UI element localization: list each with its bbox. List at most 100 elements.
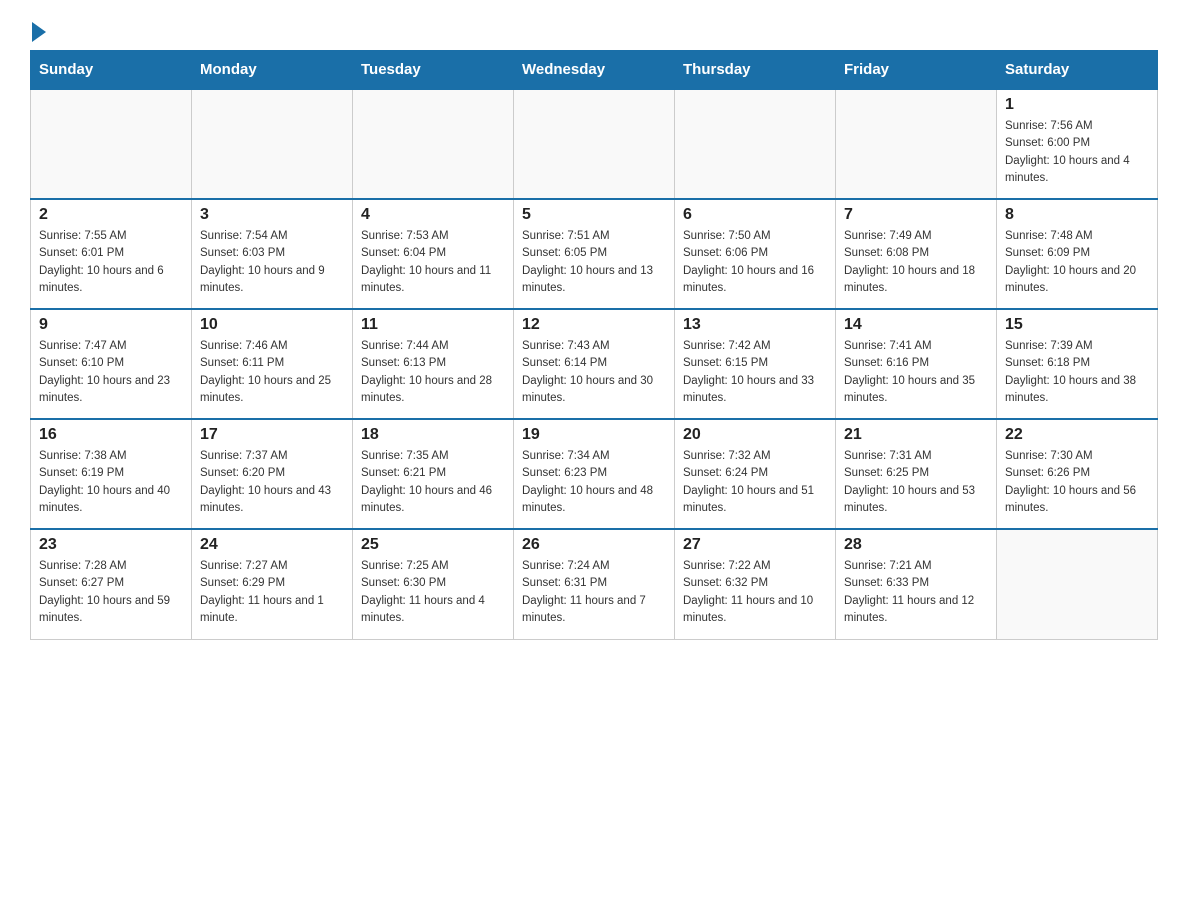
day-info: Sunrise: 7:35 AMSunset: 6:21 PMDaylight:… xyxy=(361,448,505,517)
day-info: Sunrise: 7:27 AMSunset: 6:29 PMDaylight:… xyxy=(200,558,344,627)
calendar-cell: 28Sunrise: 7:21 AMSunset: 6:33 PMDayligh… xyxy=(836,529,997,639)
calendar-cell: 1 Sunrise: 7:56 AMSunset: 6:00 PMDaylight… xyxy=(997,89,1158,199)
day-number: 4 xyxy=(361,206,505,224)
day-number: 17 xyxy=(200,426,344,444)
calendar-header-wednesday: Wednesday xyxy=(514,51,675,90)
calendar-cell xyxy=(997,529,1158,639)
day-number: 7 xyxy=(844,206,988,224)
day-info: Sunrise: 7:49 AMSunset: 6:08 PMDaylight:… xyxy=(844,228,988,297)
calendar-header-monday: Monday xyxy=(192,51,353,90)
day-number: 2 xyxy=(39,206,183,224)
calendar-cell: 26Sunrise: 7:24 AMSunset: 6:31 PMDayligh… xyxy=(514,529,675,639)
day-number: 18 xyxy=(361,426,505,444)
calendar-week-row: 9 Sunrise: 7:47 AMSunset: 6:10 PMDaylight… xyxy=(31,309,1158,419)
day-number: 19 xyxy=(522,426,666,444)
calendar-cell: 25 Sunrise: 7:25 AMSunset: 6:30 PMDayligh… xyxy=(353,529,514,639)
calendar-cell xyxy=(675,89,836,199)
day-info: Sunrise: 7:31 AMSunset: 6:25 PMDaylight:… xyxy=(844,448,988,517)
calendar-cell: 23 Sunrise: 7:28 AMSunset: 6:27 PMDayligh… xyxy=(31,529,192,639)
calendar-cell: 18 Sunrise: 7:35 AMSunset: 6:21 PMDayligh… xyxy=(353,419,514,529)
calendar-cell xyxy=(31,89,192,199)
calendar-cell: 4Sunrise: 7:53 AMSunset: 6:04 PMDaylight… xyxy=(353,199,514,309)
day-number: 21 xyxy=(844,426,988,444)
calendar-cell: 9 Sunrise: 7:47 AMSunset: 6:10 PMDaylight… xyxy=(31,309,192,419)
day-number: 14 xyxy=(844,316,988,334)
calendar-cell: 24 Sunrise: 7:27 AMSunset: 6:29 PMDayligh… xyxy=(192,529,353,639)
calendar-header-thursday: Thursday xyxy=(675,51,836,90)
calendar-week-row: 23 Sunrise: 7:28 AMSunset: 6:27 PMDayligh… xyxy=(31,529,1158,639)
day-info: Sunrise: 7:56 AMSunset: 6:00 PMDaylight:… xyxy=(1005,118,1149,187)
day-number: 28 xyxy=(844,536,988,554)
day-info: Sunrise: 7:54 AMSunset: 6:03 PMDaylight:… xyxy=(200,228,344,297)
day-info: Sunrise: 7:41 AMSunset: 6:16 PMDaylight:… xyxy=(844,338,988,407)
day-number: 22 xyxy=(1005,426,1149,444)
calendar-cell: 11 Sunrise: 7:44 AMSunset: 6:13 PMDayligh… xyxy=(353,309,514,419)
calendar-header-row: SundayMondayTuesdayWednesdayThursdayFrid… xyxy=(31,51,1158,90)
day-info: Sunrise: 7:24 AMSunset: 6:31 PMDaylight:… xyxy=(522,558,666,627)
calendar-header-tuesday: Tuesday xyxy=(353,51,514,90)
day-info: Sunrise: 7:43 AMSunset: 6:14 PMDaylight:… xyxy=(522,338,666,407)
calendar-cell: 8 Sunrise: 7:48 AMSunset: 6:09 PMDaylight… xyxy=(997,199,1158,309)
calendar-cell: 5Sunrise: 7:51 AMSunset: 6:05 PMDaylight… xyxy=(514,199,675,309)
calendar-week-row: 1 Sunrise: 7:56 AMSunset: 6:00 PMDaylight… xyxy=(31,89,1158,199)
day-info: Sunrise: 7:22 AMSunset: 6:32 PMDaylight:… xyxy=(683,558,827,627)
calendar-cell: 12 Sunrise: 7:43 AMSunset: 6:14 PMDayligh… xyxy=(514,309,675,419)
day-number: 1 xyxy=(1005,96,1149,114)
calendar-cell xyxy=(192,89,353,199)
calendar-cell: 20 Sunrise: 7:32 AMSunset: 6:24 PMDayligh… xyxy=(675,419,836,529)
calendar-cell: 27 Sunrise: 7:22 AMSunset: 6:32 PMDayligh… xyxy=(675,529,836,639)
day-number: 5 xyxy=(522,206,666,224)
day-number: 16 xyxy=(39,426,183,444)
day-info: Sunrise: 7:39 AMSunset: 6:18 PMDaylight:… xyxy=(1005,338,1149,407)
page-header xyxy=(30,20,1158,40)
calendar-header-friday: Friday xyxy=(836,51,997,90)
logo xyxy=(30,20,46,40)
day-number: 11 xyxy=(361,316,505,334)
day-info: Sunrise: 7:28 AMSunset: 6:27 PMDaylight:… xyxy=(39,558,183,627)
calendar-cell: 21 Sunrise: 7:31 AMSunset: 6:25 PMDayligh… xyxy=(836,419,997,529)
day-number: 10 xyxy=(200,316,344,334)
day-number: 13 xyxy=(683,316,827,334)
calendar-cell: 6 Sunrise: 7:50 AMSunset: 6:06 PMDaylight… xyxy=(675,199,836,309)
calendar-cell xyxy=(514,89,675,199)
day-number: 15 xyxy=(1005,316,1149,334)
calendar-cell: 15 Sunrise: 7:39 AMSunset: 6:18 PMDayligh… xyxy=(997,309,1158,419)
day-info: Sunrise: 7:44 AMSunset: 6:13 PMDaylight:… xyxy=(361,338,505,407)
calendar-cell: 7 Sunrise: 7:49 AMSunset: 6:08 PMDaylight… xyxy=(836,199,997,309)
day-info: Sunrise: 7:47 AMSunset: 6:10 PMDaylight:… xyxy=(39,338,183,407)
day-info: Sunrise: 7:25 AMSunset: 6:30 PMDaylight:… xyxy=(361,558,505,627)
day-number: 27 xyxy=(683,536,827,554)
day-info: Sunrise: 7:42 AMSunset: 6:15 PMDaylight:… xyxy=(683,338,827,407)
day-info: Sunrise: 7:32 AMSunset: 6:24 PMDaylight:… xyxy=(683,448,827,517)
calendar-cell: 17 Sunrise: 7:37 AMSunset: 6:20 PMDayligh… xyxy=(192,419,353,529)
day-number: 8 xyxy=(1005,206,1149,224)
day-number: 20 xyxy=(683,426,827,444)
day-number: 6 xyxy=(683,206,827,224)
calendar-cell xyxy=(353,89,514,199)
day-number: 25 xyxy=(361,536,505,554)
day-number: 24 xyxy=(200,536,344,554)
day-number: 12 xyxy=(522,316,666,334)
day-info: Sunrise: 7:34 AMSunset: 6:23 PMDaylight:… xyxy=(522,448,666,517)
day-info: Sunrise: 7:38 AMSunset: 6:19 PMDaylight:… xyxy=(39,448,183,517)
day-number: 9 xyxy=(39,316,183,334)
calendar-week-row: 2 Sunrise: 7:55 AMSunset: 6:01 PMDaylight… xyxy=(31,199,1158,309)
day-number: 3 xyxy=(200,206,344,224)
calendar-cell: 2 Sunrise: 7:55 AMSunset: 6:01 PMDaylight… xyxy=(31,199,192,309)
calendar-header-saturday: Saturday xyxy=(997,51,1158,90)
day-info: Sunrise: 7:37 AMSunset: 6:20 PMDaylight:… xyxy=(200,448,344,517)
calendar-week-row: 16 Sunrise: 7:38 AMSunset: 6:19 PMDayligh… xyxy=(31,419,1158,529)
day-number: 23 xyxy=(39,536,183,554)
day-info: Sunrise: 7:55 AMSunset: 6:01 PMDaylight:… xyxy=(39,228,183,297)
calendar-cell: 3 Sunrise: 7:54 AMSunset: 6:03 PMDaylight… xyxy=(192,199,353,309)
day-info: Sunrise: 7:48 AMSunset: 6:09 PMDaylight:… xyxy=(1005,228,1149,297)
calendar-cell xyxy=(836,89,997,199)
day-info: Sunrise: 7:50 AMSunset: 6:06 PMDaylight:… xyxy=(683,228,827,297)
calendar-cell: 16 Sunrise: 7:38 AMSunset: 6:19 PMDayligh… xyxy=(31,419,192,529)
calendar-cell: 14 Sunrise: 7:41 AMSunset: 6:16 PMDayligh… xyxy=(836,309,997,419)
calendar-cell: 19 Sunrise: 7:34 AMSunset: 6:23 PMDayligh… xyxy=(514,419,675,529)
calendar-cell: 13 Sunrise: 7:42 AMSunset: 6:15 PMDayligh… xyxy=(675,309,836,419)
calendar-cell: 22 Sunrise: 7:30 AMSunset: 6:26 PMDayligh… xyxy=(997,419,1158,529)
day-info: Sunrise: 7:30 AMSunset: 6:26 PMDaylight:… xyxy=(1005,448,1149,517)
logo-arrow-icon xyxy=(32,22,46,42)
